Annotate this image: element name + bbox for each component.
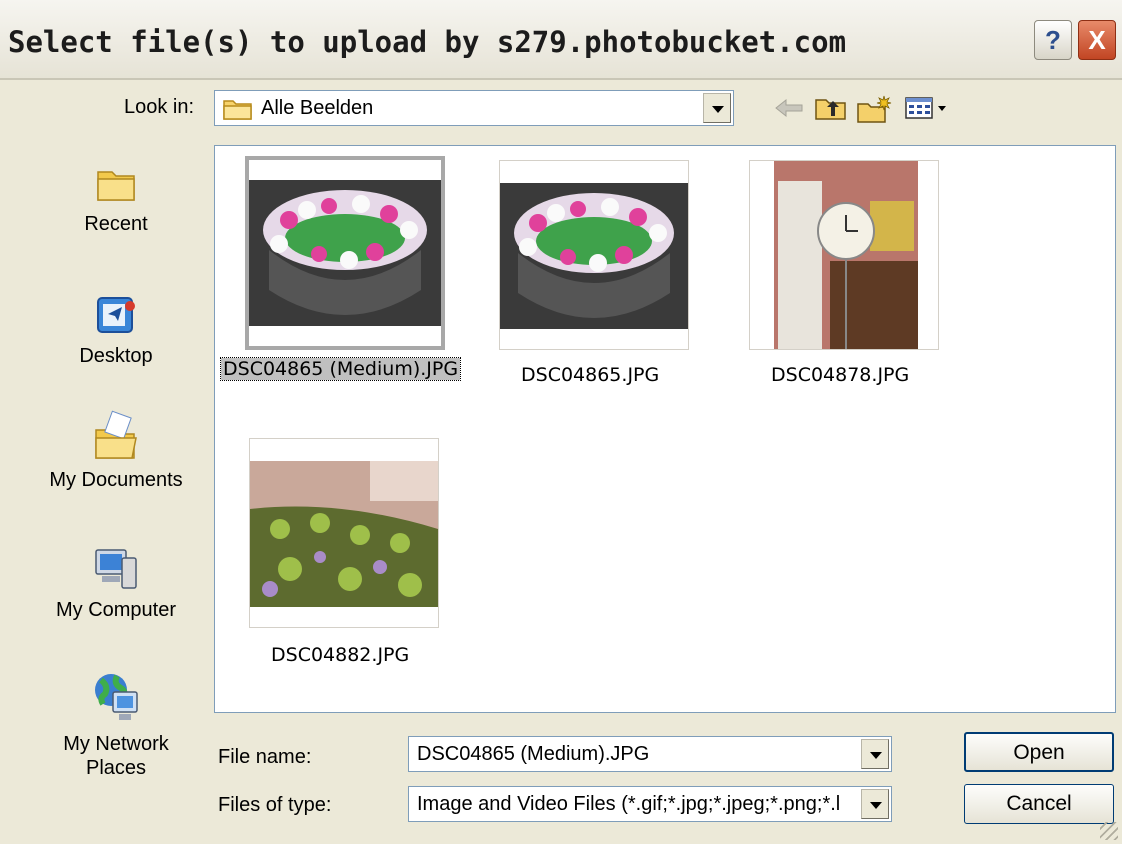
file-name[interactable]: DSC04882.JPG (271, 644, 409, 666)
new-folder-icon[interactable] (856, 94, 892, 130)
place-label: My Documents (49, 469, 183, 491)
filename-dropdown-arrow[interactable] (861, 739, 889, 769)
open-button[interactable]: Open (964, 732, 1114, 772)
place-label: Recent (84, 213, 148, 235)
file-thumbnail[interactable] (749, 160, 939, 350)
help-button[interactable]: ? (1034, 20, 1072, 60)
lookin-dropdown-arrow[interactable] (703, 93, 731, 123)
file-name[interactable]: DSC04865.JPG (521, 364, 659, 386)
filename-label: File name: (218, 746, 312, 768)
place-my-computer[interactable]: My Computer (16, 544, 216, 622)
lookin-dropdown[interactable]: Alle Beelden (214, 90, 734, 126)
file-list-view[interactable]: DSC04865 (Medium).JPG DSC04865.JPG DSC04… (214, 145, 1116, 713)
flower-cake-thumbnail-image (249, 180, 441, 326)
file-name[interactable]: DSC04878.JPG (771, 364, 909, 386)
place-network[interactable]: My Network Places (16, 670, 216, 780)
place-my-documents[interactable]: My Documents (16, 410, 216, 492)
flower-bed-thumbnail-image (250, 461, 438, 607)
place-label: Desktop (79, 345, 153, 367)
filename-value: DSC04865 (Medium).JPG (417, 743, 650, 765)
recent-folder-icon (94, 171, 138, 211)
my-documents-icon (92, 410, 140, 467)
place-label: My Computer (55, 599, 177, 621)
place-desktop[interactable]: Desktop (16, 294, 216, 368)
back-arrow-icon[interactable] (774, 94, 804, 128)
lookin-value: Alle Beelden (261, 97, 374, 119)
cancel-button[interactable]: Cancel (964, 784, 1114, 824)
place-label: My Network Places (63, 733, 169, 779)
file-upload-dialog: Select file(s) to upload by s279.photobu… (0, 0, 1122, 844)
file-thumbnail[interactable] (245, 156, 445, 350)
up-folder-icon[interactable] (814, 94, 848, 128)
close-button[interactable]: X (1078, 20, 1116, 60)
file-name[interactable]: DSC04865 (Medium).JPG (219, 357, 462, 381)
filetype-value: Image and Video Files (*.gif;*.jpg;*.jpe… (417, 793, 841, 815)
my-computer-icon (92, 549, 140, 597)
desktop-icon (92, 297, 140, 343)
lookin-label: Look in: (124, 96, 195, 118)
place-recent[interactable]: Recent (16, 162, 216, 236)
filetype-dropdown-arrow[interactable] (861, 789, 889, 819)
dialog-title: Select file(s) to upload by s279.photobu… (8, 25, 847, 59)
filename-input[interactable]: DSC04865 (Medium).JPG (408, 736, 892, 772)
views-menu-icon[interactable] (904, 94, 956, 128)
filetype-select[interactable]: Image and Video Files (*.gif;*.jpg;*.jpe… (408, 786, 892, 822)
filetype-label: Files of type: (218, 794, 332, 816)
title-bar[interactable]: Select file(s) to upload by s279.photobu… (0, 0, 1122, 80)
resize-grip[interactable] (1100, 822, 1118, 840)
clock-room-thumbnail-image (774, 161, 918, 349)
network-places-icon (91, 674, 141, 731)
flower-cake-thumbnail-image (500, 183, 688, 329)
folder-icon (223, 97, 253, 127)
file-thumbnail[interactable] (499, 160, 689, 350)
file-thumbnail[interactable] (249, 438, 439, 628)
